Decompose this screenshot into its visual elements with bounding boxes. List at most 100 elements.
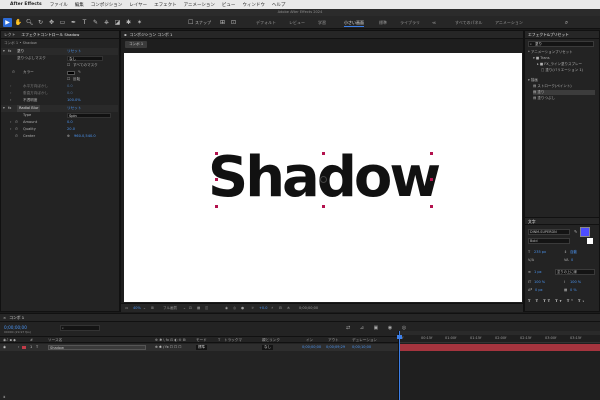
all-masks-checkbox[interactable]: ☐	[67, 62, 70, 69]
menu-window[interactable]: ウィンドウ	[242, 2, 265, 8]
pan-behind-tool-icon[interactable]: ✥	[47, 18, 56, 27]
tracking-value[interactable]: 0	[571, 258, 573, 262]
layer-out-point[interactable]: 0;00;09;29	[326, 344, 345, 351]
effects-search-input[interactable]: ⌕ 塗り	[528, 41, 594, 47]
vertical-scale-value[interactable]: 100 %	[534, 280, 545, 284]
resolution-select[interactable]: フル画質	[163, 304, 177, 313]
reset-link[interactable]: リセット	[67, 105, 81, 112]
font-family-select[interactable]: DINM-SUPERDN	[528, 229, 570, 235]
transform-handle[interactable]	[215, 152, 218, 155]
blur-type-select[interactable]: Spin	[67, 113, 111, 118]
tab-composition[interactable]: コンポジション コンポ 1	[130, 32, 173, 38]
fx-badge-icon[interactable]: fx	[8, 48, 11, 55]
layer-duration-bar[interactable]	[399, 344, 600, 351]
grid-icon[interactable]: ⊞	[151, 304, 154, 313]
tree-item[interactable]: ▾ 描画	[528, 78, 538, 83]
exposure-value[interactable]: +0.0	[259, 304, 268, 313]
puppet-tool-icon[interactable]: ✶	[135, 18, 144, 27]
font-style-select[interactable]: Bold	[528, 238, 570, 244]
tree-item[interactable]: ▤ 塗りつぶし	[533, 96, 555, 101]
exposure-icon[interactable]: ☼	[251, 304, 254, 313]
quality-value[interactable]: 20.0	[67, 126, 75, 133]
timeline-track-area[interactable]: 0f 00:15f 01:00f 01:15f 02:00f 02:15f 03…	[397, 331, 600, 400]
workspace-libraries[interactable]: ライブラリ	[400, 19, 420, 26]
menu-help[interactable]: ヘルプ	[272, 2, 286, 8]
tree-item[interactable]: * アニメーションプリセット	[528, 50, 573, 55]
stopwatch-icon[interactable]: ⏱	[15, 119, 18, 126]
workspace-learn[interactable]: 学習	[318, 19, 326, 26]
chevron-right-icon[interactable]: ›	[10, 126, 11, 133]
timeline-search-input[interactable]: ⌕	[60, 325, 100, 331]
selection-tool-icon[interactable]: ▶	[3, 18, 12, 27]
menu-view[interactable]: ビュー	[222, 2, 236, 8]
transform-handle[interactable]	[430, 178, 433, 181]
mask-visibility-icon[interactable]: ◫	[205, 304, 208, 313]
rectangle-tool-icon[interactable]: ▭	[58, 18, 67, 27]
workspace-standard[interactable]: 標準	[379, 19, 387, 26]
eraser-tool-icon[interactable]: ◪	[113, 18, 122, 27]
lock-icon[interactable]: ▪	[124, 32, 127, 37]
layer-name[interactable]: Shadow	[48, 345, 146, 350]
playhead[interactable]	[399, 331, 400, 400]
snap-checkbox[interactable]: ☐	[188, 18, 193, 27]
param-value[interactable]: 0.0	[67, 83, 73, 90]
color-swatch[interactable]	[67, 71, 75, 75]
layer-expand-icon[interactable]: ›	[18, 344, 19, 351]
invert-checkbox[interactable]: ☐	[67, 76, 70, 83]
eyedropper-icon[interactable]: ✎	[574, 229, 577, 234]
eyedropper-icon[interactable]: ✎	[78, 69, 81, 76]
chevron-down-icon[interactable]: ▾	[3, 48, 5, 55]
chevron-right-icon[interactable]: ›	[10, 97, 11, 104]
stroke-color-swatch[interactable]	[587, 238, 593, 244]
color-channel-icon[interactable]: ●	[241, 304, 244, 313]
menu-composition[interactable]: コンポジション	[91, 2, 123, 8]
time-ruler[interactable]: 0f 00:15f 01:00f 01:15f 02:00f 02:15f 03…	[399, 335, 600, 343]
close-icon[interactable]: ×	[3, 315, 6, 320]
type-tool-icon[interactable]: T	[80, 18, 89, 27]
composition-canvas[interactable]: Shadow	[124, 53, 522, 302]
roi-icon[interactable]: ⊡	[189, 304, 192, 313]
transparency-grid-icon[interactable]: ▦	[197, 304, 200, 313]
render-time-icon[interactable]: ⧗	[3, 395, 5, 399]
camera-snapshot-icon[interactable]: ◉	[225, 304, 228, 313]
tree-item-selected[interactable]: ▤ 塗り	[533, 90, 595, 95]
roto-tool-icon[interactable]: ✱	[124, 18, 133, 27]
snap-options-icon[interactable]: ⊞	[218, 18, 227, 27]
tab-effects-presets[interactable]: エフェクト&プリセット	[528, 32, 569, 38]
mode-select[interactable]: 標準	[196, 345, 207, 350]
menu-file[interactable]: ファイル	[50, 2, 68, 8]
menu-layer[interactable]: レイヤー	[129, 2, 147, 8]
tree-item[interactable]: ▤ ストローク(ペイント)	[533, 84, 572, 89]
visibility-eye-icon[interactable]: ◉	[3, 344, 6, 351]
tab-timeline-comp[interactable]: コンポ 1	[9, 315, 24, 321]
character-panel-header[interactable]: 文字	[525, 217, 599, 225]
timeline-layer-row[interactable]: ◉ › 1 T Shadow ⊕ ✱ / fx ☐ ☐ ☐ 標準 なし 0;00…	[0, 344, 398, 351]
layer-switches[interactable]: ⊕ ✱ / fx ☐ ☐ ☐	[155, 344, 181, 351]
chevron-right-icon[interactable]: ›	[10, 83, 11, 90]
workspace-default[interactable]: デフォルト	[256, 19, 276, 26]
text-style-buttons[interactable]: T T TT Tт T¹ T₁	[528, 299, 586, 303]
menu-effect[interactable]: エフェクト	[154, 2, 177, 8]
reset-link[interactable]: リセット	[67, 48, 81, 55]
chevron-down-icon[interactable]: ▾	[3, 105, 5, 112]
pen-tool-icon[interactable]: ✒	[69, 18, 78, 27]
menu-edit[interactable]: 編集	[75, 2, 84, 8]
layer-in-point[interactable]: 0;00;00;00	[302, 344, 321, 351]
transform-handle[interactable]	[215, 178, 218, 181]
show-snapshot-icon[interactable]: ◎	[233, 304, 236, 313]
workspace-small-screen[interactable]: 小さい画面	[344, 19, 364, 27]
zoom-select[interactable]: 40%	[133, 304, 141, 313]
font-size-value[interactable]: 235 px	[534, 250, 546, 254]
comp-tab[interactable]: コンポ 1	[125, 41, 148, 48]
workspace-all-panels[interactable]: すべてのパネル	[455, 19, 483, 26]
tsume-value[interactable]: 0 %	[570, 288, 577, 292]
stroke-width-value[interactable]: 1 px	[534, 270, 542, 274]
workspace-review[interactable]: レビュー	[289, 19, 305, 26]
stopwatch-icon[interactable]: ⏱	[15, 126, 18, 133]
transform-handle[interactable]	[322, 152, 325, 155]
transform-handle[interactable]	[322, 205, 325, 208]
tree-item[interactable]: □ 塗り(バリエーション 1)	[541, 68, 583, 73]
chevron-right-icon[interactable]: ›	[10, 90, 11, 97]
menu-animation[interactable]: アニメーション	[184, 2, 215, 8]
fill-mask-select[interactable]: なし	[67, 56, 103, 61]
